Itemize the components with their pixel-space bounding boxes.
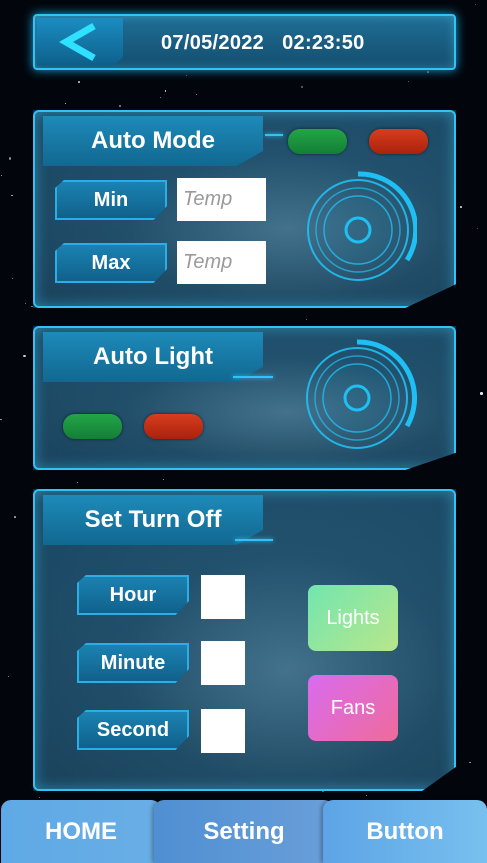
star-dot: [164, 90, 167, 92]
star-dot: [24, 302, 27, 305]
star-dot: [460, 206, 462, 208]
star-dot: [31, 305, 33, 308]
top-bar: 07/05/2022 02:23:50: [33, 14, 456, 70]
star-dot: [477, 227, 479, 229]
star-dot: [480, 392, 483, 395]
nav-button-button[interactable]: Button: [323, 800, 487, 863]
nav-home-button[interactable]: HOME: [1, 800, 161, 863]
star-dot: [38, 796, 41, 799]
auto-light-dial-icon[interactable]: [301, 336, 419, 454]
star-dot: [162, 478, 165, 481]
date-text: 07/05/2022: [161, 32, 265, 54]
title-accent-line: [235, 539, 273, 541]
star-dot: [78, 81, 80, 83]
star-dot: [65, 102, 67, 104]
datetime-display: 07/05/2022 02:23:50: [161, 32, 365, 55]
star-dot: [195, 93, 198, 96]
hour-label-button[interactable]: Hour: [77, 575, 189, 615]
chevron-left-icon: [58, 22, 96, 62]
star-dot: [305, 318, 308, 321]
star-dot: [8, 157, 12, 160]
fans-button[interactable]: Fans: [308, 675, 398, 741]
auto-light-off-toggle[interactable]: [144, 414, 203, 439]
star-dot: [1, 175, 3, 177]
max-temp-input[interactable]: [177, 241, 266, 284]
set-turn-off-panel: Set Turn Off Hour Minute Second Lights F…: [33, 489, 456, 791]
hour-input-box[interactable]: [201, 575, 245, 619]
star-dot: [0, 418, 2, 421]
star-dot: [118, 104, 122, 108]
star-dot: [159, 96, 162, 99]
time-text: 02:23:50: [282, 32, 365, 54]
auto-mode-panel: Auto Mode Min Max: [33, 110, 456, 308]
auto-light-title: Auto Light: [43, 332, 263, 382]
star-dot: [8, 676, 10, 678]
star-dot: [14, 516, 16, 518]
star-dot: [186, 74, 188, 76]
minute-input-box[interactable]: [201, 641, 245, 685]
star-dot: [76, 481, 78, 483]
auto-mode-on-toggle[interactable]: [288, 129, 347, 154]
star-dot: [11, 278, 13, 280]
bottom-navigation: HOME Setting Button: [0, 800, 487, 863]
title-accent-line: [233, 376, 273, 378]
back-button[interactable]: [37, 18, 123, 66]
min-label-button[interactable]: Min: [55, 180, 167, 220]
minute-label-button[interactable]: Minute: [77, 643, 189, 683]
auto-mode-dial-icon[interactable]: [303, 168, 417, 284]
nav-setting-button[interactable]: Setting: [154, 800, 334, 863]
auto-light-panel: Auto Light: [33, 326, 456, 470]
star-dot: [469, 761, 471, 764]
set-turn-off-title: Set Turn Off: [43, 495, 263, 545]
auto-light-on-toggle[interactable]: [63, 414, 122, 439]
star-dot: [407, 80, 410, 83]
auto-mode-title: Auto Mode: [43, 116, 263, 166]
auto-mode-off-toggle[interactable]: [369, 129, 428, 154]
second-input-box[interactable]: [201, 709, 245, 753]
star-dot: [427, 71, 429, 73]
star-dot: [11, 194, 13, 197]
max-label-button[interactable]: Max: [55, 243, 167, 283]
title-accent-line: [265, 134, 283, 136]
star-dot: [365, 795, 367, 797]
second-label-button[interactable]: Second: [77, 710, 189, 750]
star-dot: [23, 354, 26, 358]
min-temp-input[interactable]: [177, 178, 266, 221]
star-dot: [300, 85, 303, 89]
star-dot: [474, 4, 476, 6]
lights-button[interactable]: Lights: [308, 585, 398, 651]
